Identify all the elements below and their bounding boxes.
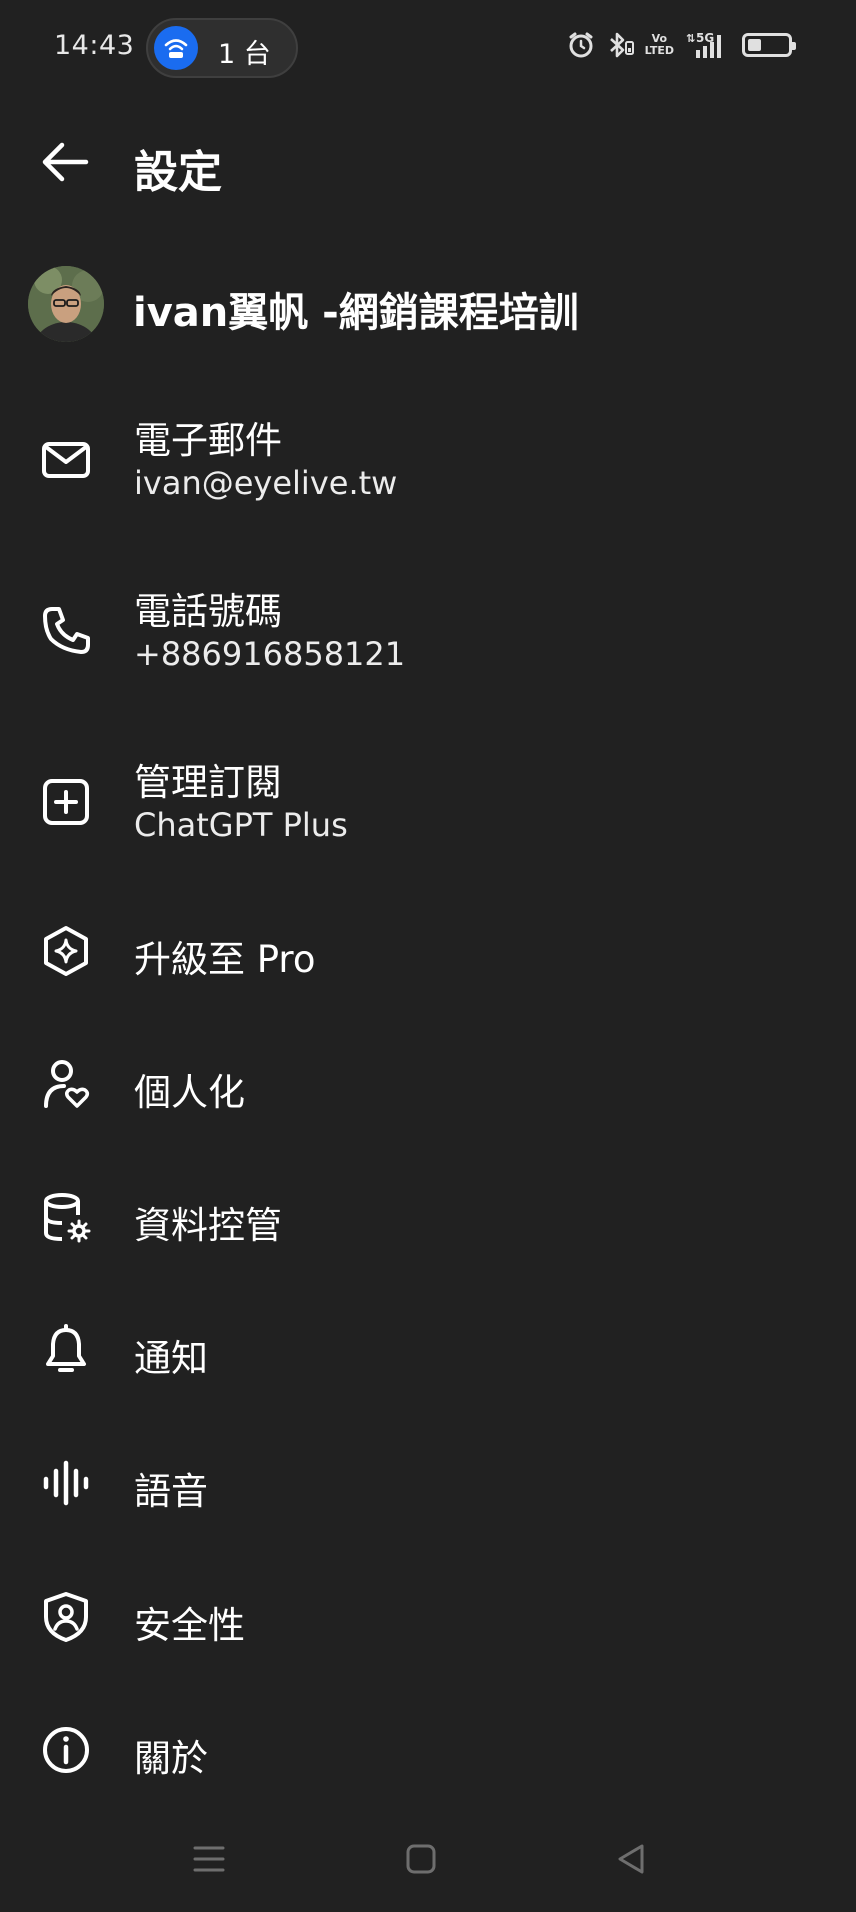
- home-nav-icon[interactable]: [404, 1842, 438, 1876]
- shield-user-icon: [44, 1592, 88, 1642]
- menu-item-label: 個人化: [134, 1071, 245, 1114]
- menu-item-personalization[interactable]: 個人化: [0, 1038, 856, 1130]
- back-button[interactable]: [36, 134, 96, 190]
- menu-nav-icon[interactable]: [192, 1842, 226, 1876]
- svg-text:⇅: ⇅: [686, 32, 695, 45]
- menu-item-phone[interactable]: 電話號碼 +886916858121: [0, 567, 856, 697]
- menu-item-security[interactable]: 安全性: [0, 1571, 856, 1663]
- signal-icon: ⇅ 5G: [686, 31, 721, 58]
- status-time: 14:43: [54, 30, 135, 61]
- back-nav-icon[interactable]: [614, 1842, 648, 1876]
- arrow-left-icon: [42, 142, 89, 182]
- avatar: [28, 266, 104, 342]
- menu-item-label: 資料控管: [134, 1204, 282, 1247]
- phone-icon: [43, 607, 90, 654]
- battery-level: [748, 39, 761, 51]
- status-icons: Vo LTED ⇅ 5G: [567, 30, 796, 60]
- profile-row[interactable]: ivan翼帆 -網銷課程培訓: [0, 262, 856, 346]
- bell-icon: [46, 1324, 86, 1372]
- profile-name: ivan翼帆 -網銷課程培訓: [133, 290, 579, 336]
- person-heart-icon: [44, 1060, 90, 1108]
- menu-item-label: 電子郵件: [134, 419, 282, 462]
- menu-item-data-controls[interactable]: 資料控管: [0, 1171, 856, 1263]
- menu-item-label: 管理訂閱: [134, 761, 282, 804]
- menu-item-label: 語音: [134, 1470, 208, 1513]
- status-bar: 14:43 1 台 Vo LTED ⇅ 5G: [0, 0, 856, 100]
- hotspot-count: 1 台: [218, 39, 271, 70]
- menu-item-about[interactable]: 關於: [0, 1704, 856, 1796]
- bluetooth-icon: [609, 32, 634, 58]
- menu-item-notifications[interactable]: 通知: [0, 1304, 856, 1396]
- menu-item-manage-subscription[interactable]: 管理訂閱 ChatGPT Plus: [0, 738, 856, 868]
- menu-item-voice[interactable]: 語音: [0, 1437, 856, 1529]
- menu-item-label: 安全性: [134, 1604, 245, 1647]
- menu-item-label: 通知: [134, 1337, 208, 1380]
- volte-icon: Vo LTED: [644, 32, 674, 57]
- sparkle-hexagon-icon: [44, 926, 88, 976]
- plus-square-icon: [43, 779, 89, 825]
- menu-item-label: 升級至 Pro: [134, 938, 316, 981]
- menu-item-value: ChatGPT Plus: [134, 806, 348, 844]
- mail-icon: [42, 442, 90, 478]
- system-nav-bar: [0, 1820, 856, 1912]
- menu-item-email[interactable]: 電子郵件 ivan@eyelive.tw: [0, 396, 856, 526]
- hotspot-icon: [154, 26, 198, 70]
- alarm-icon: [569, 32, 593, 58]
- page-title: 設定: [134, 147, 222, 198]
- hotspot-indicator[interactable]: 1 台: [146, 18, 298, 78]
- menu-item-upgrade-pro[interactable]: 升級至 Pro: [0, 905, 856, 997]
- database-gear-icon: [44, 1193, 91, 1243]
- menu-item-label: 電話號碼: [134, 590, 282, 633]
- battery-icon: [742, 33, 796, 57]
- info-icon: [43, 1727, 89, 1773]
- menu-item-value: ivan@eyelive.tw: [134, 464, 398, 502]
- menu-item-label: 關於: [134, 1737, 208, 1780]
- header: 設定: [0, 120, 856, 202]
- audio-waveform-icon: [43, 1460, 89, 1506]
- menu-item-value: +886916858121: [134, 635, 406, 673]
